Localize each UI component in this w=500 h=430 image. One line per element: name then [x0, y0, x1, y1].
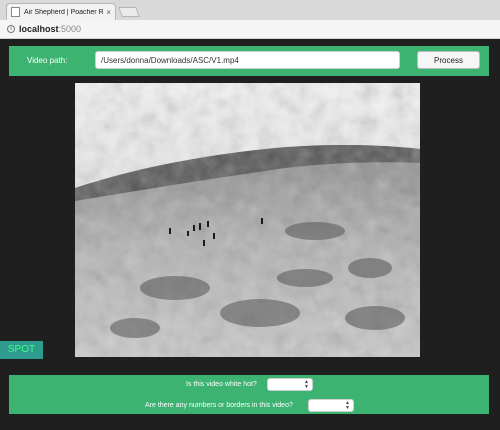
tab-title: Air Shepherd | Poacher Recog: [24, 8, 104, 16]
select-arrows-icon: ▲ ▼: [304, 379, 309, 390]
url-host: localhost: [19, 24, 59, 34]
white-hot-select[interactable]: ▲ ▼: [267, 378, 313, 391]
spot-button[interactable]: SPOT: [0, 341, 43, 359]
browser-tab[interactable]: Air Shepherd | Poacher Recog ×: [6, 3, 116, 20]
borders-question: Are there any numbers or borders in this…: [145, 402, 293, 409]
url-port: :5000: [58, 24, 82, 34]
process-button[interactable]: Process: [417, 51, 480, 69]
browser-tabstrip: Air Shepherd | Poacher Recog ×: [0, 0, 500, 20]
url-text[interactable]: localhost:5000: [19, 24, 81, 34]
address-bar[interactable]: i localhost:5000: [0, 20, 500, 39]
info-icon[interactable]: i: [7, 25, 15, 33]
close-icon[interactable]: ×: [106, 8, 111, 17]
video-questions-panel: Is this video white hot? ▲ ▼ Are there an…: [9, 375, 489, 414]
video-path-label: Video path:: [27, 56, 68, 65]
video-frame[interactable]: [75, 83, 420, 357]
new-tab-button[interactable]: [118, 7, 140, 17]
video-path-input[interactable]: [95, 51, 400, 69]
select-arrows-icon: ▲ ▼: [345, 400, 350, 411]
page-icon: [11, 7, 20, 17]
white-hot-question: Is this video white hot?: [186, 381, 257, 388]
video-path-bar: Video path: Process: [9, 46, 489, 76]
thermal-video-image: [75, 83, 420, 357]
borders-select[interactable]: ▲ ▼: [308, 399, 354, 412]
